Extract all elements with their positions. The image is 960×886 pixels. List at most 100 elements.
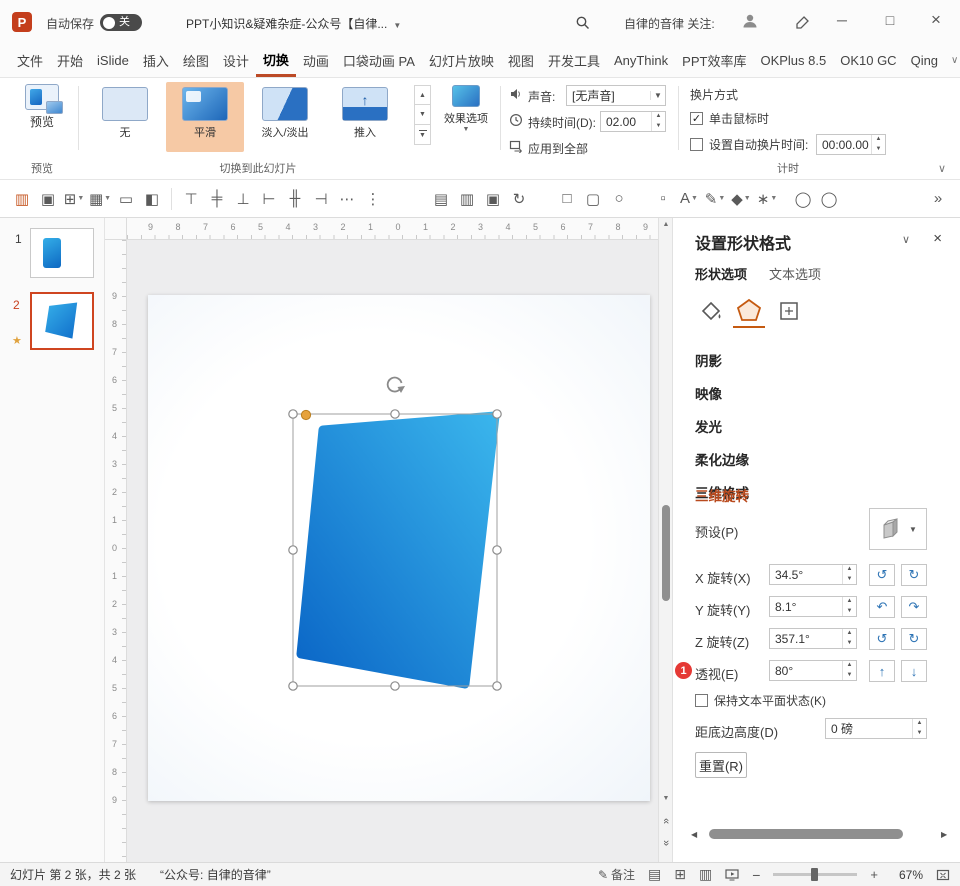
reading-view-icon[interactable]: ▥ bbox=[699, 866, 712, 883]
align-right-icon[interactable]: ⊣ bbox=[309, 186, 333, 212]
preset-dropdown[interactable]: ▼ bbox=[869, 508, 927, 550]
duration-spinner[interactable]: 02.00 ▲▼ bbox=[600, 111, 666, 132]
tab-AnyThink[interactable]: AnyThink bbox=[607, 44, 675, 77]
align-left-icon[interactable]: ⊢ bbox=[257, 186, 281, 212]
distribute-v-icon[interactable]: ⋮ bbox=[361, 186, 385, 212]
rotate-object-icon[interactable]: ↻ bbox=[507, 186, 531, 212]
rotate-ccw-button[interactable]: ↺ bbox=[869, 628, 895, 650]
text-box-icon[interactable]: A▼ bbox=[677, 186, 701, 212]
transition-item-push[interactable]: 推入 bbox=[326, 82, 404, 152]
autosave-toggle[interactable]: 关 bbox=[100, 14, 142, 31]
canvas-vertical-scrollbar[interactable]: ▲ ▼ « » bbox=[658, 218, 672, 862]
slide-1-thumbnail[interactable] bbox=[30, 228, 94, 278]
size-properties-icon[interactable] bbox=[773, 294, 805, 328]
more-tools-icon[interactable]: » bbox=[926, 186, 950, 212]
gallery-more-icon[interactable]: ▼ bbox=[414, 125, 431, 145]
maximize-button[interactable]: □ bbox=[872, 4, 908, 36]
checkbox-checked-icon[interactable]: ✓ bbox=[690, 112, 703, 125]
rotate-down-button[interactable]: ↷ bbox=[901, 596, 927, 618]
section-发光[interactable]: 发光 bbox=[695, 416, 749, 436]
minimize-button[interactable]: ─ bbox=[824, 4, 860, 36]
fill-line-icon[interactable] bbox=[695, 294, 727, 328]
tab-开始[interactable]: 开始 bbox=[50, 44, 90, 77]
sound-dropdown[interactable]: [无声音]▼ bbox=[566, 85, 666, 106]
tab-OKPlus 8.5[interactable]: OKPlus 8.5 bbox=[753, 44, 833, 77]
avatar[interactable] bbox=[740, 12, 760, 30]
tab-文件[interactable]: 文件 bbox=[10, 44, 50, 77]
spinner-arrows-icon[interactable]: ▲▼ bbox=[912, 719, 926, 738]
tab-开发工具[interactable]: 开发工具 bbox=[541, 44, 607, 77]
scrollbar-thumb[interactable] bbox=[662, 505, 670, 601]
preview-button[interactable]: 预览 bbox=[16, 82, 68, 130]
transition-item-none[interactable]: 无 bbox=[86, 82, 164, 152]
screen-show-icon[interactable]: ▭ bbox=[114, 186, 138, 212]
perspective-down-button[interactable]: ↓ bbox=[901, 660, 927, 682]
tab-设计[interactable]: 设计 bbox=[216, 44, 256, 77]
tab-Qing[interactable]: Qing bbox=[904, 44, 945, 77]
effect-ellipse-icon[interactable]: ◯ bbox=[817, 186, 841, 212]
align-bottom-icon[interactable]: ⊥ bbox=[231, 186, 255, 212]
bring-forward-icon[interactable]: ▤ bbox=[429, 186, 453, 212]
tab-口袋动画 PA[interactable]: 口袋动画 PA bbox=[336, 44, 422, 77]
section-3d-rotation[interactable]: 三维旋转 bbox=[695, 485, 749, 505]
tab-绘图[interactable]: 绘图 bbox=[176, 44, 216, 77]
x-rotation-spinner[interactable]: 34.5° ▲▼ bbox=[769, 564, 857, 585]
tab-OK10 GC[interactable]: OK10 GC bbox=[833, 44, 903, 77]
tab-插入[interactable]: 插入 bbox=[136, 44, 176, 77]
tabs-more-chevron-icon[interactable]: ∨ bbox=[945, 44, 960, 77]
tab-PPT效率库[interactable]: PPT效率库 bbox=[675, 44, 753, 77]
transition-item-fade[interactable]: 淡入/淡出 bbox=[246, 82, 324, 152]
section-映像[interactable]: 映像 bbox=[695, 383, 749, 403]
checkbox-unchecked-icon[interactable] bbox=[690, 138, 703, 151]
insert-table-icon[interactable]: ⊞▼ bbox=[62, 186, 86, 212]
fill-tool-icon[interactable]: ◧ bbox=[140, 186, 164, 212]
fit-to-window-icon[interactable] bbox=[936, 868, 950, 882]
tab-text-options[interactable]: 文本选项 bbox=[769, 264, 821, 283]
account-name[interactable]: 自律的音律 关注: bbox=[624, 15, 715, 32]
align-top-icon[interactable]: ⊤ bbox=[179, 186, 203, 212]
next-slide-button[interactable]: » bbox=[659, 837, 672, 849]
rotate-up-button[interactable]: ↶ bbox=[869, 596, 895, 618]
tab-幻灯片放映[interactable]: 幻灯片放映 bbox=[422, 44, 501, 77]
tab-iSlide[interactable]: iSlide bbox=[90, 44, 136, 77]
ink-pen-icon[interactable]: ✎▼ bbox=[703, 186, 727, 212]
rotate-left-button[interactable]: ↺ bbox=[869, 564, 895, 586]
apply-all-button[interactable]: 应用到全部 bbox=[528, 140, 588, 157]
pen-tool-icon[interactable] bbox=[792, 13, 812, 31]
grid-options-icon[interactable]: ▦▼ bbox=[88, 186, 112, 212]
zoom-slider[interactable] bbox=[773, 873, 857, 876]
checkbox-unchecked-icon[interactable] bbox=[695, 694, 708, 707]
perspective-spinner[interactable]: 80° ▲▼ bbox=[769, 660, 857, 681]
normal-view-icon[interactable]: ▤ bbox=[648, 866, 661, 883]
zoom-in-icon[interactable]: + bbox=[870, 867, 878, 882]
distribute-h-icon[interactable]: ⋯ bbox=[335, 186, 359, 212]
spinner-arrows-icon[interactable]: ▲▼ bbox=[842, 597, 856, 616]
collapse-ribbon-icon[interactable]: ∨ bbox=[938, 162, 946, 175]
zoom-level[interactable]: 67% bbox=[891, 868, 923, 882]
distance-spinner[interactable]: 0 磅 ▲▼ bbox=[825, 718, 927, 739]
pane-chevron-down-icon[interactable]: ∨ bbox=[902, 233, 910, 246]
slide-sorter-icon[interactable]: ⊞ bbox=[674, 866, 686, 883]
on-mouse-click-checkbox[interactable]: ✓ 单击鼠标时 bbox=[690, 110, 769, 127]
search-icon[interactable] bbox=[572, 13, 592, 31]
copy-format-icon[interactable]: ▣ bbox=[36, 186, 60, 212]
reset-button[interactable]: 重置(R) bbox=[695, 752, 747, 778]
section-柔化边缘[interactable]: 柔化边缘 bbox=[695, 449, 749, 469]
tab-动画[interactable]: 动画 bbox=[296, 44, 336, 77]
auto-advance-checkbox[interactable]: 设置自动换片时间: bbox=[690, 136, 808, 153]
spinner-arrows-icon[interactable]: ▲▼ bbox=[871, 135, 885, 154]
scroll-down-icon[interactable]: ▼ bbox=[659, 795, 672, 802]
send-backward-icon[interactable]: ▥ bbox=[455, 186, 479, 212]
slideshow-icon[interactable] bbox=[725, 869, 739, 881]
rotate-right-button[interactable]: ↻ bbox=[901, 564, 927, 586]
text-frame-icon[interactable]: ▫ bbox=[651, 186, 675, 212]
powerpoint-app-icon[interactable]: P bbox=[12, 12, 32, 32]
align-middle-icon[interactable]: ╪ bbox=[205, 186, 229, 212]
tab-视图[interactable]: 视图 bbox=[501, 44, 541, 77]
ellipse-shape-icon[interactable]: ○ bbox=[607, 186, 631, 212]
pane-scroll-right-icon[interactable]: ▶ bbox=[941, 830, 947, 839]
y-rotation-spinner[interactable]: 8.1° ▲▼ bbox=[769, 596, 857, 617]
previous-slide-button[interactable]: « bbox=[659, 815, 672, 827]
spinner-arrows-icon[interactable]: ▲▼ bbox=[842, 565, 856, 584]
pane-scroll-left-icon[interactable]: ◀ bbox=[691, 830, 697, 839]
